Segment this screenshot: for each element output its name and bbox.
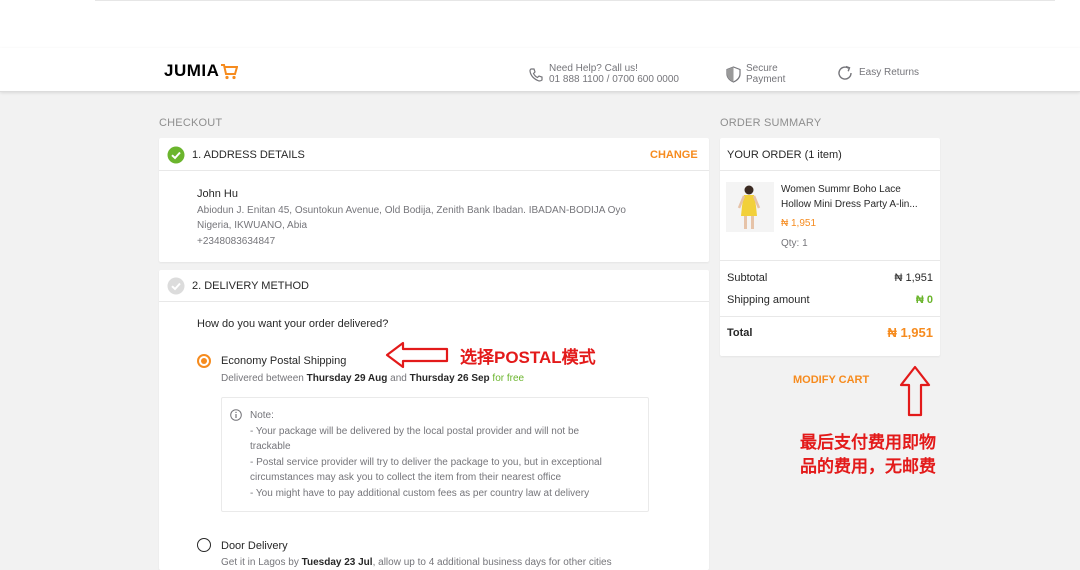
product-image[interactable] — [726, 182, 774, 232]
note-line: - Postal service provider will try to de… — [250, 457, 602, 468]
check-circle-icon — [167, 146, 185, 164]
shield-icon — [726, 66, 741, 83]
shipping-label: Shipping amount — [727, 294, 810, 306]
address-step-title: 1. ADDRESS DETAILS — [192, 149, 305, 161]
fee-annotation-line2: 品的费用，无邮费 — [800, 457, 936, 476]
note-line: - Your package will be delivered by the … — [250, 426, 580, 437]
dates-and: and — [387, 373, 410, 384]
fee-annotation-line1: 最后支付费用即物 — [800, 433, 936, 452]
door-delivery-dates: Get it in Lagos by Tuesday 23 Jul, allow… — [221, 557, 612, 568]
date-end: Thursday 26 Sep — [409, 373, 490, 384]
door-delivery-label[interactable]: Door Delivery — [221, 540, 288, 552]
door-delivery-radio[interactable] — [197, 538, 211, 552]
modify-cart-link[interactable]: MODIFY CART — [793, 374, 869, 386]
product-qty: Qty: 1 — [781, 238, 808, 249]
note-title: Note: — [250, 410, 274, 421]
subtotal-label: Subtotal — [727, 272, 768, 284]
product-name-line1[interactable]: Women Summr Boho Lace — [781, 184, 901, 195]
secure-payment: Secure Payment — [726, 64, 785, 85]
your-order-label: YOUR ORDER — [727, 149, 802, 161]
returns-label: Easy Returns — [859, 67, 920, 78]
jumia-logo[interactable]: JUMIA — [164, 61, 239, 81]
secure-line1: Secure — [746, 63, 778, 74]
delivery-divider — [159, 301, 709, 302]
total-label: Total — [727, 327, 753, 339]
product-price: ₦ 1,951 — [781, 218, 817, 229]
summary-divider-bottom — [720, 316, 940, 317]
address-name: John Hu — [197, 188, 238, 200]
delivery-step-title: 2. DELIVERY METHOD — [192, 280, 309, 292]
help-phone: 01 888 1100 / 0700 600 0000 — [549, 74, 679, 85]
economy-postal-label[interactable]: Economy Postal Shipping — [221, 355, 346, 367]
product-name-line2[interactable]: Hollow Mini Dress Party A-lin... — [781, 199, 918, 210]
note-line: trackable — [250, 441, 291, 452]
free-label: for free — [489, 373, 525, 384]
address-line2: Nigeria, IKWUANO, Abia — [197, 220, 308, 231]
dates-prefix: Delivered between — [221, 373, 307, 384]
shipping-value: ₦ 0 — [915, 294, 933, 306]
check-circle-icon — [167, 277, 185, 295]
door-suffix: , allow up to 4 additional business days… — [372, 557, 612, 568]
item-count: (1 item) — [804, 149, 842, 161]
secure-line2: Payment — [746, 74, 786, 85]
address-divider — [159, 170, 709, 171]
left-arrow-annotation-icon — [385, 341, 449, 369]
delivery-question: How do you want your order delivered? — [197, 318, 389, 330]
note-line: - You might have to pay additional custo… — [250, 488, 590, 499]
up-arrow-annotation-icon — [899, 365, 931, 417]
your-order-heading: YOUR ORDER (1 item) — [727, 149, 842, 161]
phone-icon — [529, 67, 543, 82]
date-start: Thursday 29 Aug — [306, 373, 388, 384]
help-contact[interactable]: Need Help? Call us! 01 888 1100 / 0700 6… — [528, 64, 679, 85]
easy-returns[interactable]: Easy Returns — [836, 64, 919, 82]
door-date: Tuesday 23 Jul — [301, 557, 373, 568]
total-value: ₦ 1,951 — [887, 325, 933, 340]
address-line1: Abiodun J. Enitan 45, Osuntokun Avenue, … — [197, 205, 626, 216]
economy-postal-dates: Delivered between Thursday 29 Aug and Th… — [221, 373, 524, 384]
summary-divider-mid — [720, 260, 940, 261]
economy-postal-radio[interactable] — [197, 354, 211, 368]
browser-top-strip — [0, 0, 1080, 48]
checkout-title: CHECKOUT — [159, 117, 223, 129]
cart-logo-icon — [221, 64, 239, 80]
order-summary-title: ORDER SUMMARY — [720, 117, 822, 129]
delivery-step-header: 2. DELIVERY METHOD — [167, 277, 309, 295]
top-divider — [95, 0, 1055, 1]
address-phone: +2348083634847 — [197, 236, 276, 247]
postal-annotation: 选择POSTAL模式 — [460, 348, 596, 367]
info-icon — [230, 409, 242, 421]
note-line: circumstances may ask you to collect the… — [250, 472, 562, 483]
help-title: Need Help? Call us! — [549, 63, 638, 74]
address-step-header: 1. ADDRESS DETAILS — [167, 146, 305, 164]
change-address-link[interactable]: CHANGE — [650, 149, 698, 161]
subtotal-value: ₦ 1,951 — [894, 272, 933, 284]
logo-text: JUMIA — [164, 61, 220, 80]
refresh-icon — [838, 65, 852, 80]
summary-divider-top — [720, 170, 940, 171]
door-prefix: Get it in Lagos by — [221, 557, 302, 568]
